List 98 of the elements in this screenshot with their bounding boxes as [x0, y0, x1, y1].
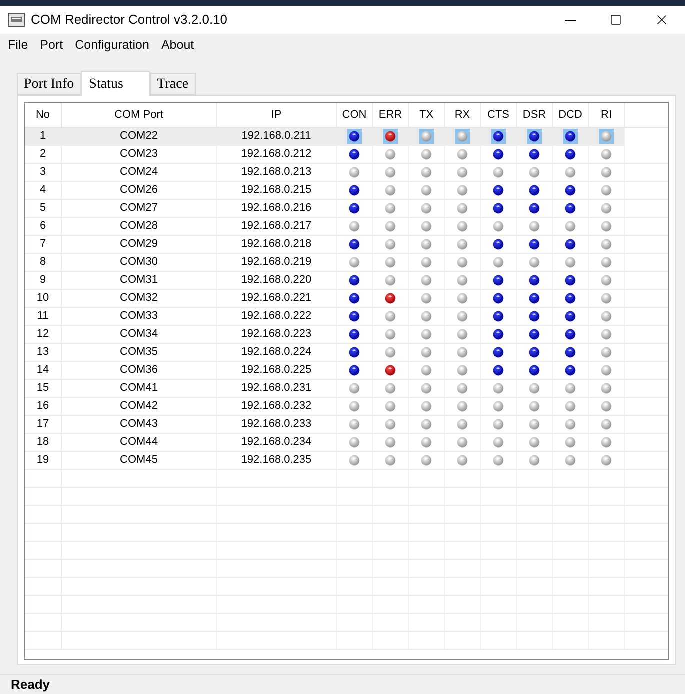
table-cell: 192.168.0.234: [217, 434, 337, 451]
table-cell: 192.168.0.211: [217, 128, 337, 145]
column-header[interactable]: RI: [589, 103, 625, 127]
table-row[interactable]: 8 COM30 192.168.0.219: [25, 254, 668, 272]
table-cell: COM34: [62, 326, 217, 343]
table-cell: 2: [25, 146, 62, 163]
status-text: Ready: [11, 676, 50, 694]
column-header[interactable]: CTS: [481, 103, 517, 127]
table-row[interactable]: 7 COM29 192.168.0.218: [25, 236, 668, 254]
table-cell: COM44: [62, 434, 217, 451]
table-cell: COM32: [62, 290, 217, 307]
table-cell: 6: [25, 218, 62, 235]
table-cell: 192.168.0.221: [217, 290, 337, 307]
table-cell: COM30: [62, 254, 217, 271]
table-cell: 192.168.0.212: [217, 146, 337, 163]
table-row[interactable]: 5 COM27 192.168.0.216: [25, 200, 668, 218]
table-cell: 192.168.0.220: [217, 272, 337, 289]
column-header[interactable]: COM Port: [62, 103, 217, 127]
table-cell: 192.168.0.216: [217, 200, 337, 217]
column-header[interactable]: CON: [337, 103, 373, 127]
table-cell: 13: [25, 344, 62, 361]
table-cell: 5: [25, 200, 62, 217]
table-cell: COM36: [62, 362, 217, 379]
table-row[interactable]: 16 COM42 192.168.0.232: [25, 398, 668, 416]
table-cell: 10: [25, 290, 62, 307]
column-header[interactable]: RX: [445, 103, 481, 127]
table-cell: COM27: [62, 200, 217, 217]
tab[interactable]: Port Info: [17, 73, 82, 95]
table-cell: 192.168.0.215: [217, 182, 337, 199]
table-cell: COM29: [62, 236, 217, 253]
table-cell: COM26: [62, 182, 217, 199]
table-cell: 192.168.0.235: [217, 452, 337, 469]
table-cell: 192.168.0.213: [217, 164, 337, 181]
table-cell: 15: [25, 380, 62, 397]
tab[interactable]: Trace: [150, 73, 196, 95]
column-header[interactable]: ERR: [373, 103, 409, 127]
column-header[interactable]: TX: [409, 103, 445, 127]
menu-item[interactable]: File: [2, 36, 34, 54]
maximize-icon: [610, 14, 622, 26]
column-header[interactable]: DCD: [553, 103, 589, 127]
menu-item[interactable]: Configuration: [69, 36, 156, 54]
column-header[interactable]: No: [25, 103, 62, 127]
table-cell: COM42: [62, 398, 217, 415]
table-row[interactable]: 13 COM35 192.168.0.224: [25, 344, 668, 362]
table-cell: 192.168.0.233: [217, 416, 337, 433]
table-row[interactable]: 6 COM28 192.168.0.217: [25, 218, 668, 236]
menu-item[interactable]: About: [155, 36, 200, 54]
table-cell: 192.168.0.217: [217, 218, 337, 235]
window-title: COM Redirector Control v3.2.0.10: [31, 11, 228, 30]
table-cell: 17: [25, 416, 62, 433]
table-cell: 19: [25, 452, 62, 469]
table-cell: COM41: [62, 380, 217, 397]
table-row[interactable]: 9 COM31 192.168.0.220: [25, 272, 668, 290]
table-cell: 4: [25, 182, 62, 199]
table-cell: 16: [25, 398, 62, 415]
table-cell: COM24: [62, 164, 217, 181]
table-cell: COM35: [62, 344, 217, 361]
table-cell: 192.168.0.223: [217, 326, 337, 343]
column-header[interactable]: DSR: [517, 103, 553, 127]
app-icon: [8, 13, 25, 27]
table-cell: 3: [25, 164, 62, 181]
table-row[interactable]: 10 COM32 192.168.0.221: [25, 290, 668, 308]
table-row[interactable]: 1 COM22 192.168.0.211: [25, 128, 625, 146]
table-cell: 192.168.0.222: [217, 308, 337, 325]
table-row[interactable]: 4 COM26 192.168.0.215: [25, 182, 668, 200]
column-header[interactable]: IP: [217, 103, 337, 127]
table-cell: COM22: [62, 128, 217, 145]
table-row[interactable]: 2 COM23 192.168.0.212: [25, 146, 668, 164]
tab[interactable]: Status: [81, 71, 150, 96]
table-row[interactable]: 15 COM41 192.168.0.231: [25, 380, 668, 398]
table-row[interactable]: 18 COM44 192.168.0.234: [25, 434, 668, 452]
table-row[interactable]: 17 COM43 192.168.0.233: [25, 416, 668, 434]
table-cell: COM45: [62, 452, 217, 469]
table-cell: COM28: [62, 218, 217, 235]
table-cell: COM31: [62, 272, 217, 289]
table-cell: 192.168.0.218: [217, 236, 337, 253]
table-cell: 192.168.0.231: [217, 380, 337, 397]
table-row[interactable]: 11 COM33 192.168.0.222: [25, 308, 668, 326]
table-row[interactable]: 14 COM36 192.168.0.225: [25, 362, 668, 380]
table-cell: 1: [25, 128, 62, 145]
table-cell: 7: [25, 236, 62, 253]
table-row[interactable]: 3 COM24 192.168.0.213: [25, 164, 668, 182]
menu-item[interactable]: Port: [34, 36, 70, 54]
table-cell: 192.168.0.232: [217, 398, 337, 415]
table-cell: 11: [25, 308, 62, 325]
table-row[interactable]: 12 COM34 192.168.0.223: [25, 326, 668, 344]
table-cell: 8: [25, 254, 62, 271]
table-cell: COM23: [62, 146, 217, 163]
table-cell: 9: [25, 272, 62, 289]
table-row[interactable]: 19 COM45 192.168.0.235: [25, 452, 668, 470]
table-cell: COM33: [62, 308, 217, 325]
table-cell: 192.168.0.224: [217, 344, 337, 361]
table-cell: COM43: [62, 416, 217, 433]
table-cell: 12: [25, 326, 62, 343]
table-cell: 192.168.0.219: [217, 254, 337, 271]
table-cell: 18: [25, 434, 62, 451]
table-cell: 192.168.0.225: [217, 362, 337, 379]
table-cell: 14: [25, 362, 62, 379]
